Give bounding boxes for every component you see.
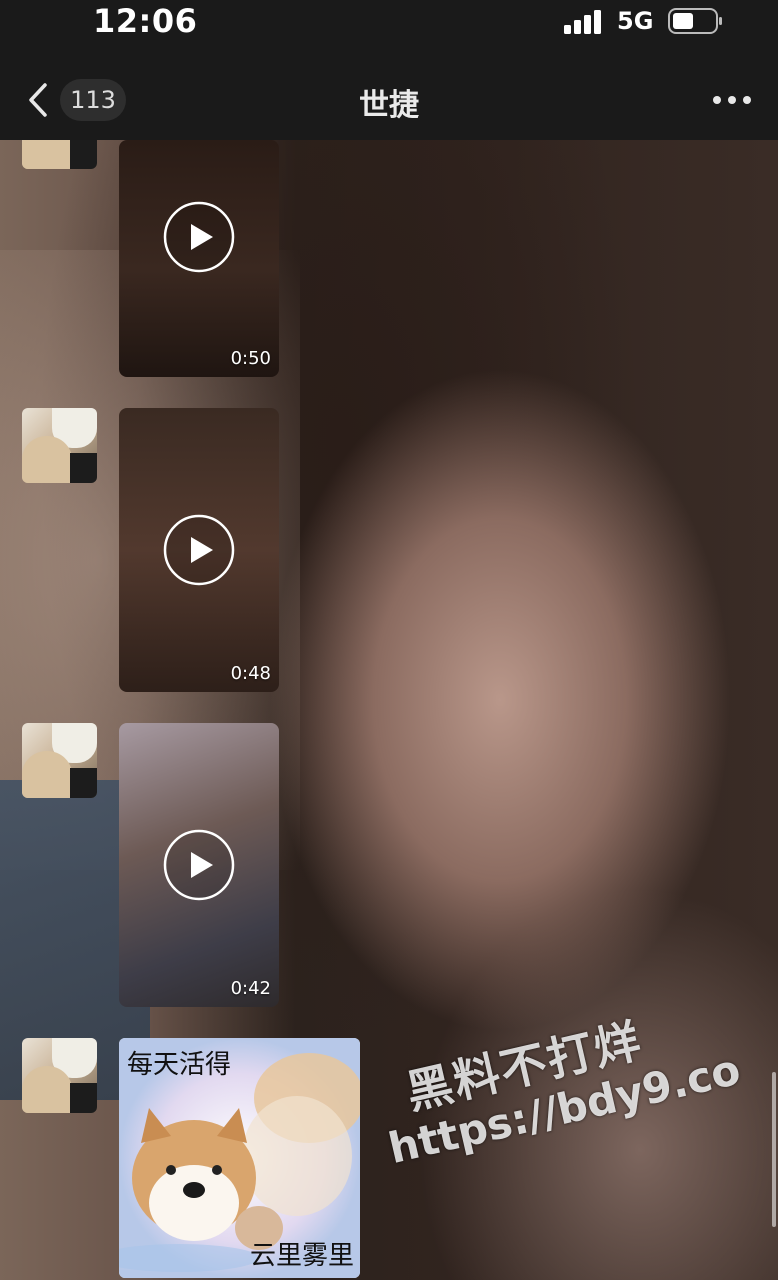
play-icon[interactable]	[162, 828, 236, 902]
scrollbar[interactable]	[772, 1072, 776, 1227]
sender-avatar[interactable]	[22, 140, 97, 169]
status-time: 12:06	[93, 2, 198, 40]
sender-avatar[interactable]	[22, 408, 97, 483]
play-icon[interactable]	[162, 200, 236, 274]
sticker-caption-bottom: 云里雾里	[249, 1241, 354, 1271]
video-message[interactable]: 0:48	[119, 408, 279, 692]
chat-title: 世捷	[359, 88, 419, 123]
network-type: 5G	[617, 7, 654, 35]
sticker-message[interactable]: 每天活得 云里雾里	[119, 1038, 360, 1278]
video-duration: 0:48	[230, 663, 271, 684]
chat-header: 113 世捷	[0, 52, 778, 140]
video-duration: 0:50	[230, 348, 271, 369]
status-bar: 12:06 5G	[0, 0, 778, 52]
video-message[interactable]: 0:50	[119, 140, 279, 377]
video-duration: 0:42	[230, 978, 271, 999]
battery-icon	[668, 8, 722, 34]
sender-avatar[interactable]	[22, 723, 97, 798]
play-icon[interactable]	[162, 513, 236, 587]
more-icon[interactable]	[712, 94, 752, 106]
sender-avatar[interactable]	[22, 1038, 97, 1113]
video-message[interactable]: 0:42	[119, 723, 279, 1007]
signal-icon	[564, 10, 601, 34]
sticker-caption-top: 每天活得	[127, 1050, 232, 1080]
